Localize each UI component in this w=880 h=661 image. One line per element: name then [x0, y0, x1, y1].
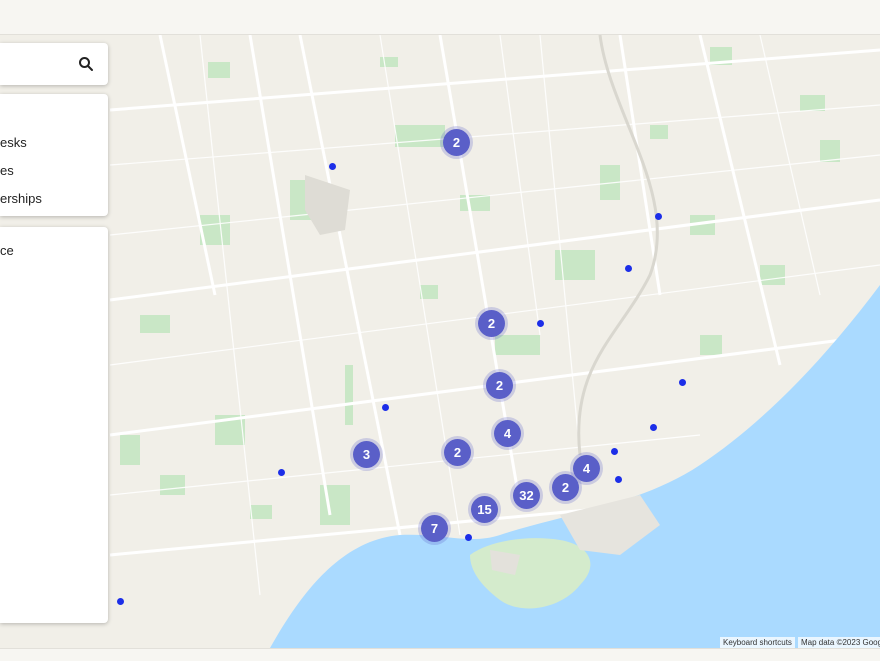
map-cluster-marker[interactable]: 4: [573, 455, 600, 482]
map-cluster-marker[interactable]: 2: [486, 372, 513, 399]
map-pin[interactable]: [382, 404, 389, 411]
map-pin[interactable]: [278, 469, 285, 476]
filter-item-memberships[interactable]: erships: [0, 191, 42, 206]
map-pin[interactable]: [537, 320, 544, 327]
map-pin[interactable]: [655, 213, 662, 220]
filter-item-desks[interactable]: esks: [0, 135, 27, 150]
map-pin[interactable]: [615, 476, 622, 483]
map-data-attribution: Map data ©2023 Goog: [798, 637, 880, 648]
map-cluster-marker[interactable]: 4: [494, 420, 521, 447]
valley-highway: [577, 35, 659, 456]
search-icon[interactable]: [78, 56, 94, 72]
map-canvas[interactable]: 2 2 2 4 3 2 4 32 2 15 7: [0, 35, 880, 648]
map-cluster-marker[interactable]: 2: [552, 474, 579, 501]
airport-area: [305, 175, 350, 235]
filter-item-offices[interactable]: es: [0, 163, 14, 178]
map-cluster-marker[interactable]: 2: [443, 129, 470, 156]
map-pin[interactable]: [465, 534, 472, 541]
map-pin[interactable]: [679, 379, 686, 386]
map-pin[interactable]: [329, 163, 336, 170]
top-bar: [0, 0, 880, 35]
map-cluster-marker[interactable]: 32: [513, 482, 540, 509]
filter-panel: esks es erships: [0, 94, 108, 216]
map-pin[interactable]: [611, 448, 618, 455]
bottom-bar: [0, 648, 880, 661]
map-pin[interactable]: [117, 598, 124, 605]
map-cluster-marker[interactable]: 2: [478, 310, 505, 337]
results-panel: ce: [0, 227, 108, 623]
map-pin[interactable]: [625, 265, 632, 272]
keyboard-shortcuts-link[interactable]: Keyboard shortcuts: [720, 637, 795, 648]
list-item[interactable]: ce: [0, 243, 14, 258]
search-panel[interactable]: [0, 43, 108, 85]
map-pin[interactable]: [650, 424, 657, 431]
map-base: [109, 35, 880, 648]
map-cluster-marker[interactable]: 2: [444, 439, 471, 466]
map-cluster-marker[interactable]: 3: [353, 441, 380, 468]
map-cluster-marker[interactable]: 15: [471, 496, 498, 523]
map-cluster-marker[interactable]: 7: [421, 515, 448, 542]
